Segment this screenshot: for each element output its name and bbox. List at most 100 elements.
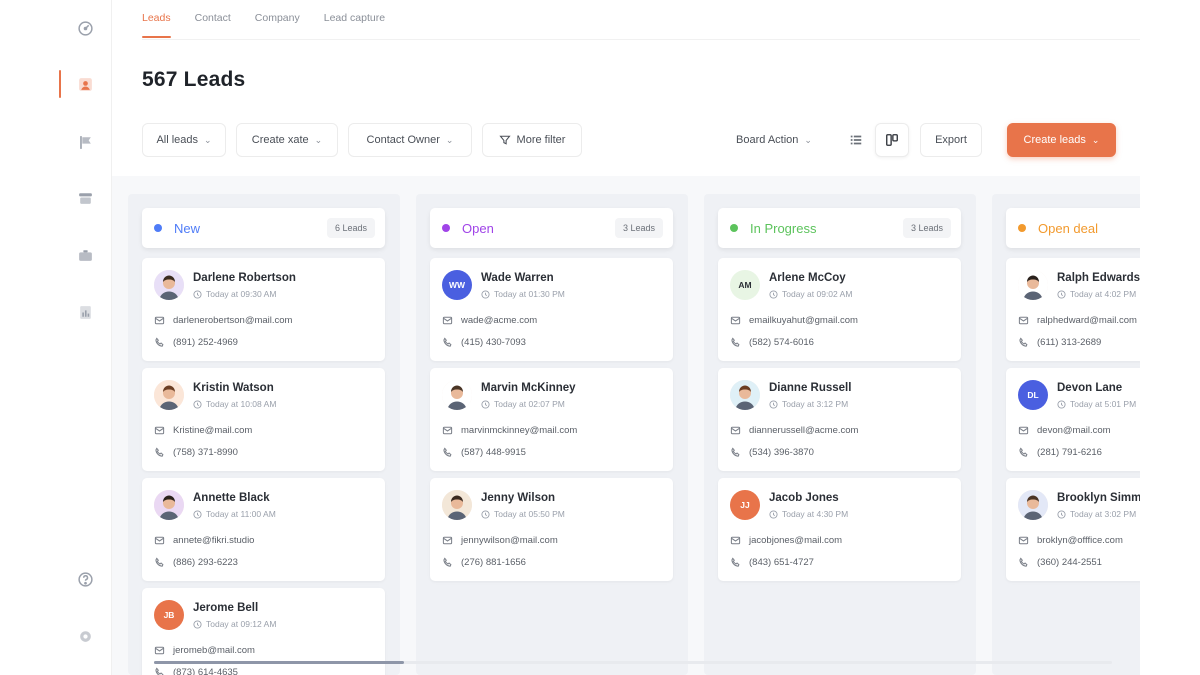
board-action-dropdown[interactable]: Board Action ⌄ <box>720 123 828 157</box>
more-filter-button[interactable]: More filter <box>482 123 582 157</box>
lead-card[interactable]: Darlene Robertson Today at 09:30 AM darlen… <box>142 258 385 361</box>
lead-name[interactable]: Ralph Edwards <box>1057 272 1140 284</box>
clock-icon <box>481 289 490 299</box>
avatar <box>442 490 472 520</box>
tab-company[interactable]: Company <box>255 0 300 39</box>
scrollbar-thumb[interactable] <box>154 661 404 664</box>
lead-email[interactable]: jennywilson@mail.com <box>442 535 558 546</box>
column-header[interactable]: In Progress 3 Leads <box>718 208 961 248</box>
all-leads-dropdown[interactable]: All leads ⌄ <box>142 123 226 157</box>
lead-time-text: Today at 11:00 AM <box>206 509 276 519</box>
lead-email[interactable]: devon@mail.com <box>1018 425 1111 436</box>
lead-time: Today at 01:30 PM <box>481 289 565 299</box>
lead-card[interactable]: WW Wade Warren Today at 01:30 PM wade@acme.… <box>430 258 673 361</box>
avatar <box>154 490 184 520</box>
lead-card[interactable]: AM Arlene McCoy Today at 09:02 AM emailkuya… <box>718 258 961 361</box>
lead-email[interactable]: broklyn@offfice.com <box>1018 535 1123 546</box>
create-date-dropdown[interactable]: Create xate ⌄ <box>236 123 338 157</box>
lead-name[interactable]: Dianne Russell <box>769 382 851 394</box>
column-header[interactable]: New 6 Leads <box>142 208 385 248</box>
leads-icon[interactable] <box>75 74 95 94</box>
lead-email[interactable]: annete@fikri.studio <box>154 535 254 546</box>
lead-email[interactable]: diannerussell@acme.com <box>730 425 858 436</box>
archive-icon[interactable] <box>75 188 95 208</box>
lead-phone[interactable]: (873) 614-4635 <box>154 667 238 675</box>
lead-email[interactable]: jacobjones@mail.com <box>730 535 842 546</box>
lead-time: Today at 5:01 PM <box>1057 399 1136 409</box>
lead-count-badge: 3 Leads <box>902 218 951 238</box>
lead-email[interactable]: ralphedward@mail.com <box>1018 315 1137 326</box>
lead-phone-text: (276) 881-1656 <box>461 557 526 568</box>
report-icon[interactable] <box>75 302 95 322</box>
lead-card[interactable]: Kristin Watson Today at 10:08 AM Kristine@… <box>142 368 385 471</box>
lead-phone[interactable]: (415) 430-7093 <box>442 337 526 348</box>
flag-icon[interactable] <box>75 132 95 152</box>
status-dot-icon <box>1018 224 1026 232</box>
lead-name[interactable]: Darlene Robertson <box>193 272 296 284</box>
create-leads-button[interactable]: Create leads ⌄ <box>1007 123 1116 157</box>
briefcase-icon[interactable] <box>75 245 95 265</box>
lead-phone[interactable]: (582) 574-6016 <box>730 337 814 348</box>
lead-phone[interactable]: (758) 371-8990 <box>154 447 238 458</box>
tab-lead-capture[interactable]: Lead capture <box>324 0 385 39</box>
chevron-down-icon: ⌄ <box>314 134 323 145</box>
lead-email[interactable]: jeromeb@mail.com <box>154 645 255 656</box>
lead-card[interactable]: Ralph Edwards Today at 4:02 PM ralphedward… <box>1006 258 1140 361</box>
lead-phone[interactable]: (587) 448-9915 <box>442 447 526 458</box>
lead-name[interactable]: Devon Lane <box>1057 382 1122 394</box>
lead-name[interactable]: Wade Warren <box>481 272 554 284</box>
avatar <box>154 380 184 410</box>
column-title: Open deal <box>1038 220 1098 236</box>
mail-icon <box>442 316 453 325</box>
lead-email[interactable]: marvinmckinney@mail.com <box>442 425 577 436</box>
tab-leads[interactable]: Leads <box>142 0 171 39</box>
lead-card[interactable]: Marvin McKinney Today at 02:07 PM marvinmc… <box>430 368 673 471</box>
avatar <box>1018 270 1048 300</box>
lead-phone[interactable]: (843) 651-4727 <box>730 557 814 568</box>
avatar <box>154 270 184 300</box>
lead-name[interactable]: Jerome Bell <box>193 602 258 614</box>
lead-time: Today at 02:07 PM <box>481 399 565 409</box>
lead-email[interactable]: wade@acme.com <box>442 315 537 326</box>
lead-card[interactable]: JJ Jacob Jones Today at 4:30 PM jacobjones@… <box>718 478 961 581</box>
settings-icon[interactable] <box>75 626 95 646</box>
column-header[interactable]: Open deal <box>1006 208 1140 248</box>
lead-time-text: Today at 4:02 PM <box>1070 289 1137 299</box>
lead-count-badge: 6 Leads <box>326 218 375 238</box>
lead-phone[interactable]: (276) 881-1656 <box>442 557 526 568</box>
lead-name[interactable]: Marvin McKinney <box>481 382 576 394</box>
view-toggle <box>839 123 909 157</box>
lead-name[interactable]: Brooklyn Simmons <box>1057 492 1140 504</box>
lead-card[interactable]: Brooklyn Simmons Today at 3:02 PM broklyn@… <box>1006 478 1140 581</box>
export-button[interactable]: Export <box>920 123 982 157</box>
lead-name[interactable]: Jenny Wilson <box>481 492 555 504</box>
lead-card[interactable]: Dianne Russell Today at 3:12 PM dianneruss… <box>718 368 961 471</box>
lead-phone[interactable]: (360) 244-2551 <box>1018 557 1102 568</box>
tab-contact[interactable]: Contact <box>195 0 231 39</box>
lead-name[interactable]: Jacob Jones <box>769 492 839 504</box>
lead-name[interactable]: Arlene McCoy <box>769 272 846 284</box>
lead-name[interactable]: Annette Black <box>193 492 270 504</box>
lead-email[interactable]: emailkuyahut@gmail.com <box>730 315 858 326</box>
horizontal-scrollbar[interactable] <box>154 661 1112 664</box>
lead-phone-text: (534) 396-3870 <box>749 447 814 458</box>
lead-email-text: diannerussell@acme.com <box>749 425 859 436</box>
lead-name[interactable]: Kristin Watson <box>193 382 274 394</box>
lead-phone[interactable]: (281) 791-6216 <box>1018 447 1102 458</box>
lead-email[interactable]: Kristine@mail.com <box>154 425 252 436</box>
dashboard-icon[interactable] <box>75 18 95 38</box>
lead-phone[interactable]: (886) 293-6223 <box>154 557 238 568</box>
lead-phone-text: (843) 651-4727 <box>749 557 814 568</box>
lead-email[interactable]: darlenerobertson@mail.com <box>154 315 292 326</box>
lead-phone[interactable]: (891) 252-4969 <box>154 337 238 348</box>
lead-phone[interactable]: (611) 313-2689 <box>1018 337 1101 348</box>
lead-card[interactable]: Annette Black Today at 11:00 AM annete@fik… <box>142 478 385 581</box>
lead-phone[interactable]: (534) 396-3870 <box>730 447 814 458</box>
lead-card[interactable]: DL Devon Lane Today at 5:01 PM devon@mail.c… <box>1006 368 1140 471</box>
help-icon[interactable] <box>75 569 95 589</box>
column-header[interactable]: Open 3 Leads <box>430 208 673 248</box>
board-view-button[interactable] <box>875 123 909 157</box>
lead-card[interactable]: Jenny Wilson Today at 05:50 PM jennywilson… <box>430 478 673 581</box>
list-view-button[interactable] <box>839 123 873 157</box>
contact-owner-dropdown[interactable]: Contact Owner ⌄ <box>348 123 472 157</box>
